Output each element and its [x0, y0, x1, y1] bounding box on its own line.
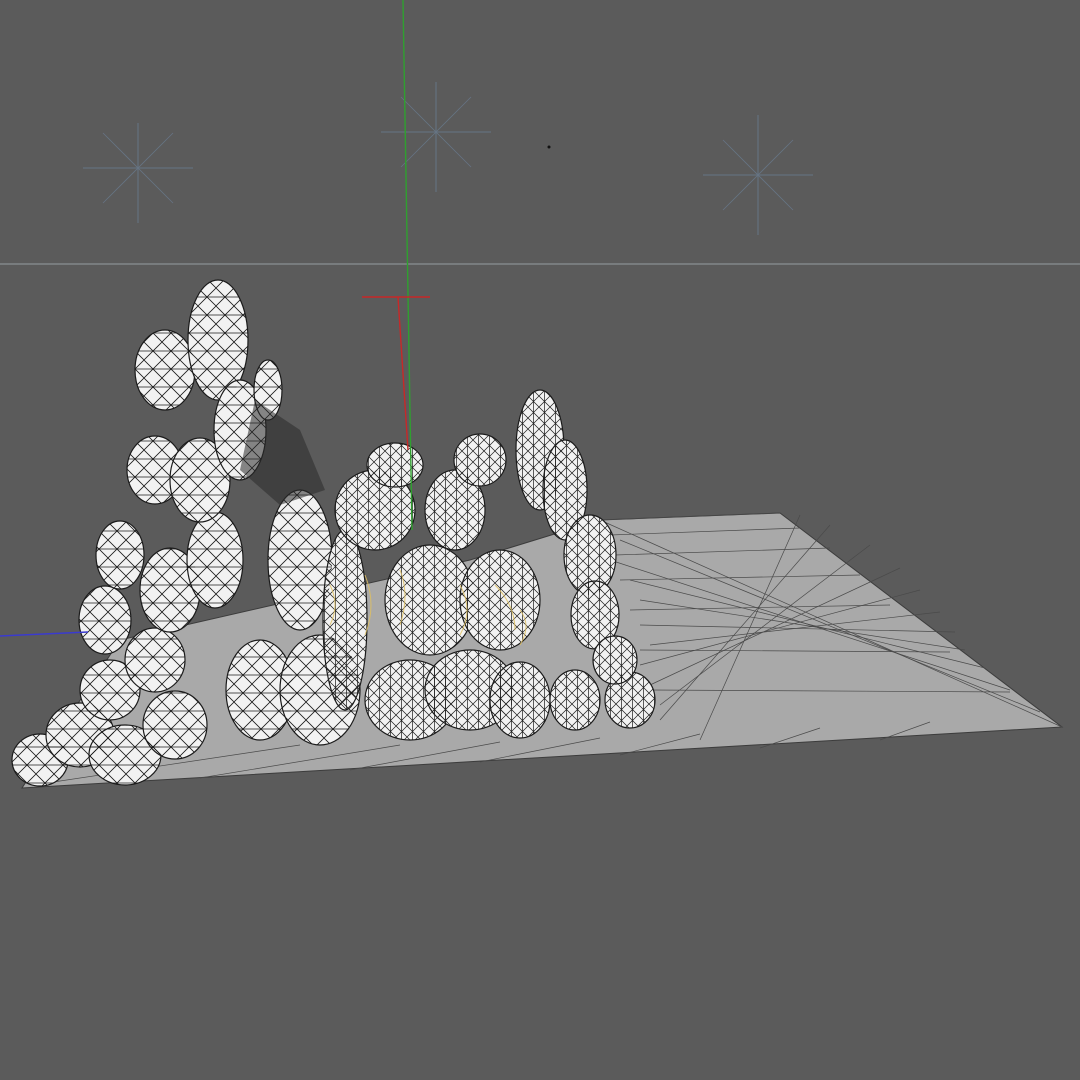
scene-canvas[interactable]: [0, 0, 1080, 1080]
rock-crevice-shading: [240, 400, 325, 505]
rock-wireframe-overlay: [12, 280, 360, 786]
z-axis-line: [0, 631, 89, 637]
light-gizmo-icon[interactable]: [703, 115, 813, 235]
light-gizmo-icon[interactable]: [381, 82, 491, 192]
light-gizmo-icon[interactable]: [83, 123, 193, 223]
x-axis-line: [397, 296, 409, 451]
3d-viewport[interactable]: [0, 0, 1080, 1080]
pivot-dot: [547, 145, 551, 149]
